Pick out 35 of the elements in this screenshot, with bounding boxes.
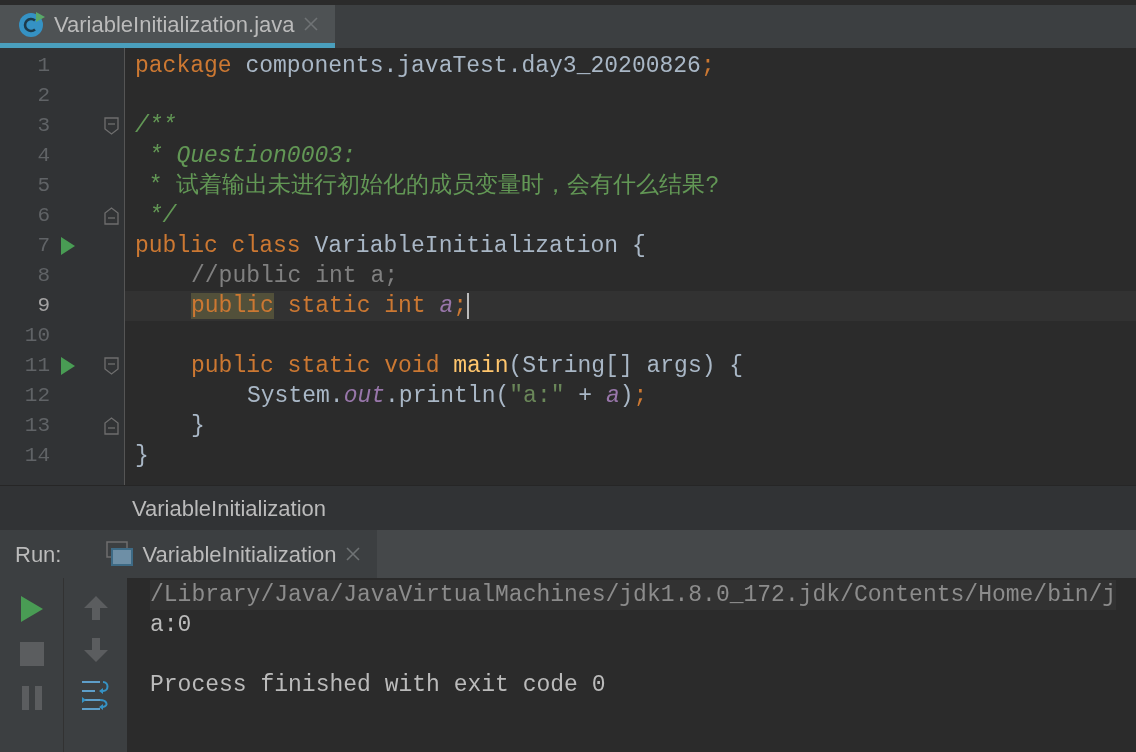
run-icon[interactable]	[61, 237, 75, 255]
fold-icon[interactable]	[103, 417, 119, 435]
code-line: System.out.println("a:" + a);	[246, 382, 648, 411]
code-line: }	[134, 442, 149, 471]
code-line: */	[147, 202, 177, 231]
scroll-down-button[interactable]	[83, 638, 108, 662]
code-line: /**	[134, 112, 177, 141]
code-line: //public int a;	[190, 262, 399, 291]
code-line: package components.javaTest.day3_20200826;	[134, 52, 715, 81]
console-window-icon	[106, 541, 135, 567]
run-tab[interactable]: VariableInitialization	[76, 530, 377, 578]
run-panel-label: Run:	[0, 530, 77, 578]
fold-icon[interactable]	[103, 357, 119, 375]
pause-button[interactable]	[21, 686, 42, 710]
run-icon[interactable]	[61, 357, 75, 375]
console-output: Process finished with exit code 0	[150, 672, 606, 698]
close-icon[interactable]	[302, 16, 319, 32]
code-line: }	[190, 412, 205, 441]
soft-wrap-button[interactable]	[80, 680, 111, 710]
file-tab[interactable]: VariableInitialization.java	[0, 5, 335, 48]
stop-button[interactable]	[19, 642, 44, 666]
console-output: a:0	[150, 612, 192, 638]
close-icon[interactable]	[344, 546, 361, 562]
code-line: * Question0003:	[147, 142, 356, 171]
breadcrumb-item[interactable]: VariableInitialization	[132, 491, 327, 525]
code-line: * 试着输出未进行初始化的成员变量时，会有什么结果?	[147, 171, 720, 201]
fold-icon[interactable]	[103, 117, 119, 135]
code-line: public class VariableInitialization {	[134, 232, 646, 261]
scroll-up-button[interactable]	[83, 596, 108, 620]
rerun-button[interactable]	[20, 596, 43, 622]
code-line: public static void main(String[] args) {	[190, 352, 744, 381]
java-class-icon	[18, 10, 46, 38]
line-number: 9	[37, 294, 50, 317]
code-line: public static int a;	[190, 291, 470, 321]
fold-icon[interactable]	[103, 207, 119, 225]
